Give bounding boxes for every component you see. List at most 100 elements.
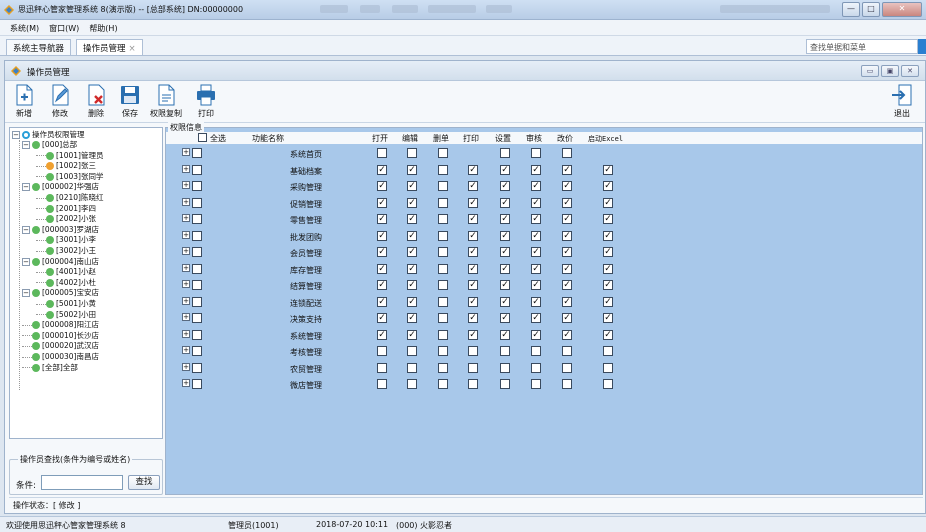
tree-group-node[interactable]: [000010]长沙店 <box>22 331 99 341</box>
permission-checkbox[interactable]: ✓ <box>603 230 613 241</box>
permission-checkbox[interactable] <box>438 296 448 307</box>
tree-user-node[interactable]: [1001]管理员 <box>36 151 103 161</box>
permission-checkbox[interactable] <box>438 181 448 191</box>
permission-checkbox[interactable]: ✓ <box>603 164 613 175</box>
permission-checkbox[interactable]: ✓ <box>531 313 541 323</box>
permission-checkbox[interactable]: ✓ <box>562 296 572 307</box>
find-button[interactable]: 查找 <box>128 475 160 490</box>
permission-checkbox[interactable]: ✓ <box>531 329 541 340</box>
row-checkbox[interactable] <box>192 148 202 158</box>
search-button[interactable] <box>918 39 926 54</box>
permission-checkbox[interactable]: ✓ <box>500 214 510 224</box>
search-input[interactable]: 查找单据和菜单 <box>806 39 918 54</box>
permission-checkbox[interactable]: ✓ <box>500 164 510 175</box>
new-button[interactable]: 新增 <box>7 84 41 122</box>
permission-checkbox[interactable]: ✓ <box>407 263 417 274</box>
permission-checkbox[interactable]: ✓ <box>562 329 572 340</box>
permission-checkbox[interactable]: ✓ <box>603 214 613 224</box>
permission-checkbox[interactable]: ✓ <box>407 280 417 290</box>
permission-checkbox[interactable] <box>500 346 510 356</box>
row-checkbox[interactable] <box>192 379 202 389</box>
permission-checkbox[interactable]: ✓ <box>531 230 541 241</box>
permission-checkbox[interactable]: ✓ <box>531 263 541 274</box>
expand-icon[interactable]: + <box>182 230 190 239</box>
permission-checkbox[interactable]: ✓ <box>562 280 572 290</box>
print-button[interactable]: 打印 <box>189 84 223 122</box>
permission-checkbox[interactable] <box>531 346 541 356</box>
permission-checkbox[interactable]: ✓ <box>407 197 417 208</box>
tree-user-node[interactable]: [3001]小李 <box>36 235 96 245</box>
expand-icon[interactable]: + <box>182 197 190 206</box>
row-checkbox[interactable] <box>192 214 202 224</box>
tree-group-node[interactable]: [000020]武汉店 <box>22 341 99 351</box>
permission-checkbox[interactable] <box>407 362 417 373</box>
permission-checkbox[interactable]: ✓ <box>531 181 541 191</box>
permission-checkbox[interactable]: ✓ <box>407 181 417 191</box>
permission-checkbox[interactable] <box>438 329 448 340</box>
permission-checkbox[interactable]: ✓ <box>468 296 478 307</box>
child-close-button[interactable]: ✕ <box>901 65 919 77</box>
permission-checkbox[interactable]: ✓ <box>562 164 572 175</box>
collapse-icon[interactable]: − <box>22 225 30 234</box>
collapse-icon[interactable]: − <box>22 141 30 149</box>
exit-button[interactable]: 退出 <box>885 84 919 122</box>
permission-checkbox[interactable]: ✓ <box>407 313 417 323</box>
permission-checkbox[interactable]: ✓ <box>603 296 613 307</box>
tree-group-node[interactable]: − [000005]宝安店 <box>22 288 99 298</box>
row-checkbox[interactable] <box>192 263 202 274</box>
permission-checkbox[interactable]: ✓ <box>603 280 613 290</box>
permission-checkbox[interactable]: ✓ <box>500 296 510 307</box>
permission-checkbox[interactable] <box>377 346 387 356</box>
permission-checkbox[interactable]: ✓ <box>407 230 417 241</box>
expand-icon[interactable]: + <box>182 247 190 255</box>
permission-checkbox[interactable] <box>562 346 572 356</box>
permission-checkbox[interactable] <box>438 214 448 224</box>
row-checkbox[interactable] <box>192 329 202 340</box>
permission-checkbox[interactable]: ✓ <box>468 181 478 191</box>
tree-user-node[interactable]: [0210]陈晓红 <box>36 193 103 203</box>
permission-checkbox[interactable]: ✓ <box>468 313 478 323</box>
permission-checkbox[interactable]: ✓ <box>500 263 510 274</box>
permission-checkbox[interactable]: ✓ <box>500 230 510 241</box>
permission-checkbox[interactable] <box>531 362 541 373</box>
permission-checkbox[interactable] <box>531 148 541 158</box>
permission-checkbox[interactable] <box>377 379 387 389</box>
permission-checkbox[interactable]: ✓ <box>562 263 572 274</box>
permission-checkbox[interactable] <box>438 230 448 241</box>
permission-checkbox[interactable]: ✓ <box>377 280 387 290</box>
expand-icon[interactable]: + <box>182 181 190 189</box>
collapse-icon[interactable]: − <box>22 183 30 192</box>
permission-checkbox[interactable] <box>468 346 478 356</box>
permission-checkbox[interactable] <box>531 379 541 389</box>
permission-checkbox[interactable] <box>500 148 510 158</box>
permission-checkbox[interactable] <box>500 362 510 373</box>
permission-checkbox[interactable] <box>603 362 613 373</box>
tree-group-node[interactable]: − [000002]华强店 <box>22 182 99 192</box>
permission-checkbox[interactable]: ✓ <box>407 214 417 224</box>
permission-checkbox[interactable]: ✓ <box>531 197 541 208</box>
permission-checkbox[interactable]: ✓ <box>603 197 613 208</box>
permission-checkbox[interactable]: ✓ <box>500 247 510 257</box>
permission-checkbox[interactable]: ✓ <box>468 329 478 340</box>
permission-checkbox[interactable] <box>468 379 478 389</box>
tree-user-node[interactable]: [1003]张同学 <box>36 172 103 182</box>
permission-checkbox[interactable]: ✓ <box>562 230 572 241</box>
permission-checkbox[interactable]: ✓ <box>468 214 478 224</box>
expand-icon[interactable]: + <box>182 346 190 354</box>
expand-icon[interactable]: + <box>182 329 190 338</box>
permission-checkbox[interactable] <box>407 379 417 389</box>
row-checkbox[interactable] <box>192 296 202 307</box>
permission-checkbox[interactable]: ✓ <box>377 181 387 191</box>
permission-checkbox[interactable]: ✓ <box>603 313 613 323</box>
permission-checkbox[interactable] <box>438 346 448 356</box>
permission-checkbox[interactable]: ✓ <box>468 230 478 241</box>
condition-input[interactable] <box>41 475 123 490</box>
tree-user-node[interactable]: [4001]小赵 <box>36 267 96 277</box>
permission-checkbox[interactable]: ✓ <box>377 214 387 224</box>
permission-checkbox[interactable] <box>377 362 387 373</box>
permission-checkbox[interactable] <box>500 379 510 389</box>
permission-checkbox[interactable]: ✓ <box>603 329 613 340</box>
tree-group-node[interactable]: − [000003]罗湖店 <box>22 225 99 235</box>
select-all-checkbox[interactable] <box>198 133 207 142</box>
expand-icon[interactable]: + <box>182 263 190 272</box>
